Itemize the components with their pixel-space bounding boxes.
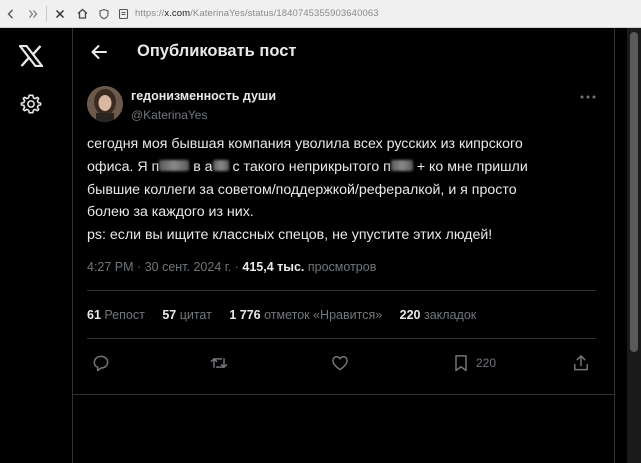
tweet-date[interactable]: 30 сент. 2024 г.	[145, 260, 232, 274]
page-info-icon[interactable]	[115, 0, 131, 27]
reposts-count: 61	[87, 308, 101, 322]
meta-dot: ·	[137, 260, 142, 274]
likes-stat[interactable]: 1 776 отметок «Нравится»	[229, 308, 382, 322]
post-column: Опубликовать пост гедонизменность души @…	[72, 28, 615, 463]
shield-icon[interactable]	[93, 0, 115, 27]
bookmark-count: 220	[476, 356, 497, 370]
quotes-count: 57	[162, 308, 177, 322]
tweet-line: сегодня моя бывшая компания уволила всех…	[87, 136, 523, 152]
settings-icon[interactable]	[15, 88, 47, 120]
tweet-line: болею за каждого из них.	[87, 204, 254, 221]
bookmarks-stat[interactable]: 220 закладок	[400, 308, 477, 322]
author-handle[interactable]: @KaterinaYes	[131, 108, 207, 122]
scrollbar-thumb[interactable]	[630, 32, 638, 352]
browser-toolbar: https://x.com/KaterinaYes/status/1840745…	[0, 0, 641, 28]
close-icon[interactable]	[49, 0, 71, 27]
bookmark-icon	[451, 353, 471, 373]
share-icon[interactable]	[571, 348, 591, 378]
bookmarks-count: 220	[399, 308, 421, 322]
divider	[87, 338, 596, 339]
tweet-line: бывшие коллеги за советом/поддержкой/реф…	[87, 181, 517, 198]
tweet-fragment: в а	[193, 158, 213, 175]
left-nav	[0, 28, 72, 463]
reply-icon[interactable]	[91, 348, 111, 378]
like-icon[interactable]	[330, 348, 350, 378]
double-chevron-icon[interactable]	[22, 0, 44, 27]
divider	[87, 290, 596, 291]
url-host: x.com	[164, 8, 191, 19]
scrollbar[interactable]	[627, 28, 641, 463]
tweet-fragment: офиса. Я п	[87, 158, 160, 175]
bookmarks-label: закладок	[424, 308, 477, 322]
tweet-fragment: с такого неприкрытого п	[232, 158, 391, 175]
censor-blur	[390, 160, 413, 172]
url-path: /KaterinaYes/status/1840745355903640063	[190, 8, 379, 19]
repost-icon[interactable]	[209, 348, 229, 378]
home-icon[interactable]	[71, 0, 93, 27]
likes-count: 1 776	[229, 308, 261, 322]
tweet-line: офиса. Я п в а с такого неприкрытого п +…	[87, 156, 597, 179]
url-prefix: https://	[135, 8, 165, 19]
views-count[interactable]: 415,4 тыс.	[242, 260, 304, 274]
reposts-label: Репост	[104, 308, 145, 322]
divider	[73, 394, 614, 395]
more-icon[interactable]	[577, 90, 599, 104]
toolbar-separator	[46, 5, 47, 22]
back-arrow-icon[interactable]	[85, 38, 113, 66]
page-header: Опубликовать пост	[73, 28, 614, 76]
x-logo-icon[interactable]	[15, 40, 47, 72]
censor-blur	[212, 160, 229, 172]
reposts-stat[interactable]: 61 Репост	[87, 308, 145, 322]
views-label: просмотров	[307, 260, 377, 274]
avatar[interactable]	[87, 86, 123, 122]
meta-dot: ·	[234, 260, 239, 274]
quotes-stat[interactable]: 57 цитат	[162, 308, 212, 322]
tweet-line: ps: если вы ищите классных спецов, не уп…	[87, 227, 493, 244]
censor-blur	[159, 160, 190, 172]
tweet-text: сегодня моя бывшая компания уволила всех…	[87, 133, 597, 247]
bookmark-button[interactable]: 220	[451, 348, 496, 378]
author-display-name[interactable]: гедонизменность души	[131, 89, 276, 103]
tweet-fragment: + ко мне пришли	[416, 158, 528, 175]
engagement-stats: 61 Репост 57 цитат 1 776 отметок «Нравит…	[87, 308, 490, 322]
address-bar[interactable]: https://x.com/KaterinaYes/status/1840745…	[135, 8, 379, 19]
tweet-meta: 4:27 PM · 30 сент. 2024 г. · 415,4 тыс. …	[87, 260, 376, 274]
page-title: Опубликовать пост	[137, 42, 297, 60]
likes-label: отметок «Нравится»	[264, 308, 383, 322]
action-bar: 220	[73, 348, 614, 378]
chevron-left-icon[interactable]	[0, 0, 22, 27]
tweet-time[interactable]: 4:27 PM	[87, 260, 134, 274]
quotes-label: цитат	[179, 308, 212, 322]
